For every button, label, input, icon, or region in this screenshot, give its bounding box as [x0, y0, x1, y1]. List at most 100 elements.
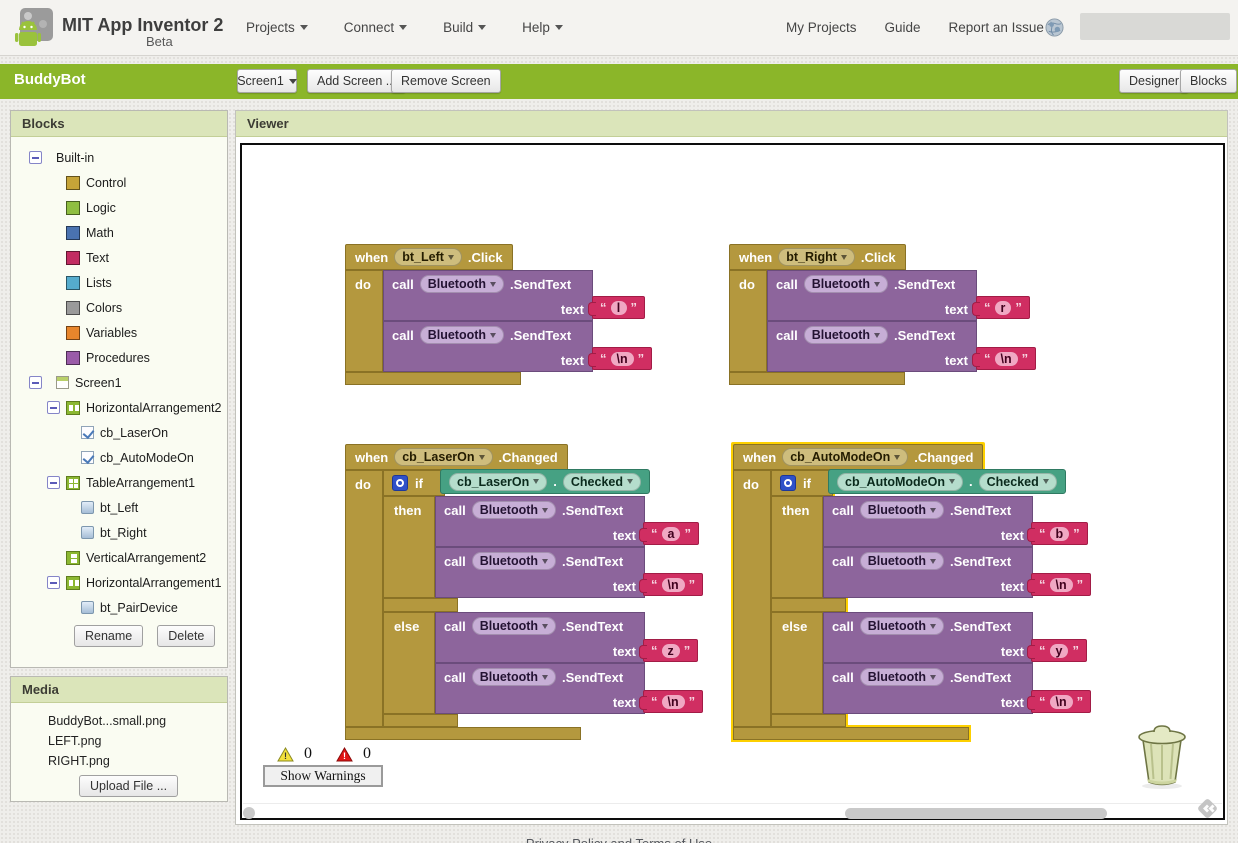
delete-button[interactable]: Delete	[157, 625, 216, 647]
tree-item-control[interactable]: Control	[11, 170, 227, 195]
block-call-sendtext[interactable]: call Bluetooth .SendText text	[767, 270, 977, 321]
block-text-string[interactable]: “z”	[638, 639, 699, 662]
block-call-sendtext[interactable]: call Bluetooth .SendText text	[767, 321, 977, 372]
media-file[interactable]: RIGHT.png	[11, 751, 227, 771]
block-call-sendtext[interactable]: call Bluetooth .SendText text	[383, 321, 593, 372]
link-guide[interactable]: Guide	[885, 20, 921, 35]
collapse-icon[interactable]	[47, 576, 60, 589]
tree-item-bt-left[interactable]: bt_Left	[11, 495, 227, 520]
media-file[interactable]: BuddyBot...small.png	[11, 711, 227, 731]
component-dropdown[interactable]: Bluetooth	[471, 501, 557, 519]
tree-item-variables[interactable]: Variables	[11, 320, 227, 345]
menu-connect[interactable]: Connect	[344, 20, 408, 35]
language-globe-icon[interactable]	[1045, 18, 1064, 37]
tree-item-bt-right[interactable]: bt_Right	[11, 520, 227, 545]
component-dropdown[interactable]: Bluetooth	[419, 275, 505, 293]
block-text-string[interactable]: “\n”	[971, 347, 1037, 370]
mutator-gear-icon[interactable]	[780, 475, 796, 491]
block-call-sendtext[interactable]: call Bluetooth .SendText text	[383, 270, 593, 321]
collapse-icon[interactable]	[29, 151, 42, 164]
component-dropdown[interactable]: cb_LaserOn	[449, 472, 548, 491]
block-checked-getter[interactable]: cb_AutoModeOn . Checked	[828, 469, 1066, 494]
block-checked-getter[interactable]: cb_LaserOn . Checked	[440, 469, 650, 494]
component-dropdown[interactable]: cb_LaserOn	[394, 448, 493, 466]
block-call-sendtext[interactable]: call Bluetooth .SendText text	[823, 612, 1033, 663]
block-call-sendtext[interactable]: call Bluetooth .SendText text	[823, 547, 1033, 598]
collapse-icon[interactable]	[47, 476, 60, 489]
menu-help[interactable]: Help	[522, 20, 563, 35]
tree-item-logic[interactable]: Logic	[11, 195, 227, 220]
link-report-issue[interactable]: Report an Issue	[949, 20, 1044, 35]
component-dropdown[interactable]: Bluetooth	[471, 617, 557, 635]
mutator-gear-icon[interactable]	[392, 475, 408, 491]
show-warnings-button[interactable]: Show Warnings	[263, 765, 383, 787]
tree-item-colors[interactable]: Colors	[11, 295, 227, 320]
component-dropdown[interactable]: Bluetooth	[859, 552, 945, 570]
block-if[interactable]: if	[383, 470, 445, 496]
block-call-sendtext[interactable]: call Bluetooth .SendText text	[435, 496, 645, 547]
property-dropdown[interactable]: Checked	[978, 472, 1057, 491]
component-dropdown[interactable]: bt_Left	[394, 248, 462, 266]
block-text-string[interactable]: “\n”	[1026, 690, 1092, 713]
component-dropdown[interactable]: Bluetooth	[859, 617, 945, 635]
trash-can-icon[interactable]	[1134, 722, 1190, 790]
blocks-view-button[interactable]: Blocks	[1180, 69, 1237, 93]
screen-selector-button[interactable]: Screen1	[237, 69, 297, 93]
block-text-string[interactable]: “\n”	[1026, 573, 1092, 596]
block-text-string[interactable]: “\n”	[638, 573, 704, 596]
component-dropdown[interactable]: Bluetooth	[471, 552, 557, 570]
media-file[interactable]: LEFT.png	[11, 731, 227, 751]
remove-screen-button[interactable]: Remove Screen	[391, 69, 501, 93]
error-triangle-icon[interactable]: !	[336, 746, 353, 762]
footer-links[interactable]: Privacy Policy and Terms of Use	[0, 836, 1238, 843]
tree-item-tablearrangement1[interactable]: TableArrangement1	[11, 470, 227, 495]
user-account-redacted[interactable]	[1080, 13, 1230, 40]
property-dropdown[interactable]: Checked	[562, 472, 641, 491]
component-dropdown[interactable]: Bluetooth	[471, 668, 557, 686]
tree-item-lists[interactable]: Lists	[11, 270, 227, 295]
block-call-sendtext[interactable]: call Bluetooth .SendText text	[435, 547, 645, 598]
tree-item-cb-laseron[interactable]: cb_LaserOn	[11, 420, 227, 445]
tree-item-horizontalarrangement1[interactable]: HorizontalArrangement1	[11, 570, 227, 595]
rename-button[interactable]: Rename	[74, 625, 144, 647]
block-call-sendtext[interactable]: call Bluetooth .SendText text	[435, 663, 645, 714]
tree-item-built-in[interactable]: Built-in	[11, 145, 227, 170]
collapse-icon[interactable]	[47, 401, 60, 414]
block-text-string[interactable]: “\n”	[638, 690, 704, 713]
warning-triangle-icon[interactable]: !	[277, 746, 294, 762]
block-call-sendtext[interactable]: call Bluetooth .SendText text	[823, 663, 1033, 714]
component-dropdown[interactable]: Bluetooth	[859, 668, 945, 686]
block-if[interactable]: if	[771, 470, 833, 496]
tree-item-cb-automodeon[interactable]: cb_AutoModeOn	[11, 445, 227, 470]
designer-view-button[interactable]: Designer	[1119, 69, 1190, 93]
block-call-sendtext[interactable]: call Bluetooth .SendText text	[823, 496, 1033, 547]
upload-file-button[interactable]: Upload File ...	[79, 775, 179, 797]
tree-item-text[interactable]: Text	[11, 245, 227, 270]
component-dropdown[interactable]: Bluetooth	[859, 501, 945, 519]
component-dropdown[interactable]: Bluetooth	[419, 326, 505, 344]
tree-item-horizontalarrangement2[interactable]: HorizontalArrangement2	[11, 395, 227, 420]
block-text-string[interactable]: “l”	[588, 296, 645, 319]
horizontal-scrollbar[interactable]	[845, 808, 1107, 819]
block-text-string[interactable]: “r”	[972, 296, 1030, 319]
tree-item-screen1[interactable]: Screen1	[11, 370, 227, 395]
tree-item-math[interactable]: Math	[11, 220, 227, 245]
component-dropdown[interactable]: cb_AutoModeOn	[782, 448, 909, 466]
tree-item-verticalarrangement2[interactable]: VerticalArrangement2	[11, 545, 227, 570]
component-dropdown[interactable]: bt_Right	[778, 248, 855, 266]
horizontal-scrollbar-end[interactable]	[243, 807, 255, 819]
tree-item-procedures[interactable]: Procedures	[11, 345, 227, 370]
block-text-string[interactable]: “\n”	[587, 347, 653, 370]
menu-projects[interactable]: Projects	[246, 20, 308, 35]
component-dropdown[interactable]: cb_AutoModeOn	[837, 472, 963, 491]
block-call-sendtext[interactable]: call Bluetooth .SendText text	[435, 612, 645, 663]
menu-build[interactable]: Build	[443, 20, 487, 35]
component-dropdown[interactable]: Bluetooth	[803, 326, 889, 344]
block-text-string[interactable]: “b”	[1027, 522, 1088, 545]
block-text-string[interactable]: “a”	[639, 522, 699, 545]
link-my-projects[interactable]: My Projects	[786, 20, 857, 35]
tree-item-bt-pairdevice[interactable]: bt_PairDevice	[11, 595, 227, 620]
block-text-string[interactable]: “y”	[1027, 639, 1087, 662]
component-dropdown[interactable]: Bluetooth	[803, 275, 889, 293]
collapse-icon[interactable]	[29, 376, 42, 389]
